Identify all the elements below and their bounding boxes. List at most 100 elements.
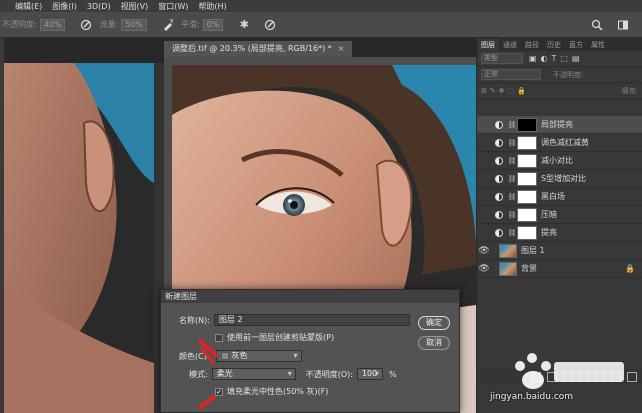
link-icon[interactable]: ⛓ <box>507 229 517 237</box>
layer-name: 调色减红减黄 <box>541 138 589 147</box>
link-icon[interactable]: ⛓ <box>507 121 517 129</box>
layer-name: 背景 <box>521 264 537 273</box>
close-icon[interactable]: × <box>338 44 345 53</box>
ok-button[interactable]: 确定 <box>418 316 450 330</box>
adjustment-icon <box>495 210 503 219</box>
layer-name: 图层 1 <box>521 246 545 255</box>
color-select[interactable]: 灰色 <box>215 350 302 362</box>
layer-mask-thumbnail[interactable] <box>517 225 537 240</box>
smooth-field[interactable]: 0% <box>202 18 224 31</box>
link-icon[interactable]: ⛓ <box>507 193 517 201</box>
blend-row: 正常 不透明度: <box>477 67 642 83</box>
horizontal-ruler[interactable] <box>164 57 476 65</box>
menu-bar: 编辑(E) 图像(I) 3D(D) 视图(V) 窗口(W) 帮助(H) <box>0 0 642 12</box>
flow-label: 流量: <box>99 20 119 29</box>
opacity-field[interactable]: 40% <box>39 18 66 31</box>
blend-mode-select[interactable]: 正常 <box>481 69 541 80</box>
lock-row: ⊞✎✥⬚🔒 填充: <box>477 83 642 99</box>
airbrush-icon[interactable] <box>161 18 175 32</box>
eye-icon[interactable]: 👁 <box>477 246 491 256</box>
menu-item-help[interactable]: 帮助(H) <box>193 1 231 12</box>
menu-item-image[interactable]: 图像(I) <box>47 1 82 12</box>
workspace-icon[interactable] <box>616 18 630 32</box>
layer-mask-thumbnail[interactable] <box>517 207 537 222</box>
search-icon[interactable] <box>590 18 604 32</box>
pressure-opacity-icon[interactable] <box>79 18 93 32</box>
layer-mask-thumbnail[interactable] <box>517 135 537 150</box>
tab-histogram[interactable]: 直方 <box>565 39 587 51</box>
layer-name: 减小对比 <box>541 156 573 165</box>
layer-mask-thumbnail[interactable] <box>517 153 537 168</box>
options-bar: 不透明度: 40% 流量: 50% 平滑: 0% ✱ <box>0 12 642 38</box>
document-tab[interactable]: 调整后.tif @ 20.3% (局部提亮, RGB/16*) * × <box>164 41 353 57</box>
layer-mask-thumbnail[interactable] <box>517 189 537 204</box>
menu-item-edit[interactable]: 编辑(E) <box>10 1 47 12</box>
adjustment-icon <box>495 174 503 183</box>
tab-layers[interactable]: 图层 <box>477 39 499 51</box>
layer-row[interactable]: ⛓ 调色减红减黄 <box>477 134 642 152</box>
clip-row: 使用前一图层创建剪贴蒙版(P) <box>215 332 334 343</box>
layer-name: 压暗 <box>541 210 557 219</box>
document-tab-title: 调整后.tif @ 20.3% (局部提亮, RGB/16*) * <box>172 44 332 53</box>
watermark-url: jingyan.baidu.com <box>490 392 574 402</box>
layer-row[interactable]: ⛓ 黑白场 <box>477 188 642 206</box>
layer-mask-thumbnail[interactable] <box>517 117 537 132</box>
color-value: 灰色 <box>231 351 248 360</box>
tab-paths[interactable]: 路径 <box>521 39 543 51</box>
opacity-label: 不透明度: <box>2 20 37 29</box>
layer-name: 提亮 <box>541 228 557 237</box>
adjustment-icon <box>495 192 503 201</box>
link-icon[interactable]: ⛓ <box>507 211 517 219</box>
fill-checkbox-label: 填充柔光中性色(50% 灰)(F) <box>227 387 329 396</box>
layer-name: 局部提亮 <box>541 120 573 129</box>
layer-filter-select[interactable]: 类型 <box>481 53 523 64</box>
menu-item-view[interactable]: 视图(V) <box>116 1 154 12</box>
name-row: 名称(N): 图层 2 <box>179 314 410 326</box>
layer-thumbnail[interactable] <box>499 243 517 258</box>
menu-item-3d[interactable]: 3D(D) <box>82 2 116 11</box>
eye-icon[interactable]: 👁 <box>477 264 491 274</box>
opacity-input[interactable]: 100 <box>356 368 383 380</box>
panel-opacity-label: 不透明度: <box>553 70 584 79</box>
gear-icon[interactable]: ✱ <box>237 18 251 32</box>
layer-row[interactable]: ⛓ 提亮 <box>477 224 642 242</box>
cancel-button[interactable]: 取消 <box>418 336 450 350</box>
tab-properties[interactable]: 属性 <box>587 39 609 51</box>
opacity-label-dialog: 不透明度(O): <box>305 369 353 379</box>
layer-name: 黑白场 <box>541 192 565 201</box>
smooth-label: 平滑: <box>180 20 200 29</box>
tab-channels[interactable]: 通道 <box>499 39 521 51</box>
clip-checkbox-label: 使用前一图层创建剪贴蒙版(P) <box>227 333 335 342</box>
left-document-image <box>4 63 154 413</box>
layer-row[interactable]: ⛓ 减小对比 <box>477 152 642 170</box>
layer-mask-thumbnail[interactable] <box>517 171 537 186</box>
filter-icons[interactable]: ▣◐T⬚▤ <box>529 54 584 63</box>
pressure-size-icon[interactable] <box>263 18 277 32</box>
layer-row[interactable]: ⛓ S型增加对比 <box>477 170 642 188</box>
layer-thumbnail[interactable] <box>499 261 517 276</box>
layer-row[interactable]: ⛓ 局部提亮 <box>477 116 642 134</box>
flow-field[interactable]: 50% <box>121 18 147 31</box>
layer-name-input[interactable]: 图层 2 <box>213 314 410 326</box>
annotation-strokes <box>198 339 218 409</box>
panel-tabs: 图层 通道 路径 历史 直方 属性 <box>477 38 642 51</box>
lock-icons[interactable]: ⊞✎✥⬚🔒 <box>481 87 529 95</box>
link-icon[interactable]: ⛓ <box>507 157 517 165</box>
layer-row[interactable]: 👁 图层 1 <box>477 242 642 260</box>
adjustment-icon <box>495 156 503 165</box>
link-icon[interactable]: ⛓ <box>507 175 517 183</box>
adjustment-icon <box>495 120 503 129</box>
link-icon[interactable]: ⛓ <box>507 139 517 147</box>
layer-name: S型增加对比 <box>541 174 587 183</box>
adjustment-icon <box>495 138 503 147</box>
dialog-title: 新建图层 <box>161 290 459 303</box>
lock-icon: 🔒 <box>625 264 635 273</box>
layer-filter-row: 类型 ▣◐T⬚▤ <box>477 51 642 67</box>
adjustment-icon <box>495 228 503 237</box>
panel-fill-label: 填充: <box>621 86 638 95</box>
tab-history[interactable]: 历史 <box>543 39 565 51</box>
fill-row: ✓ 填充柔光中性色(50% 灰)(F) <box>215 386 328 397</box>
menu-item-window[interactable]: 窗口(W) <box>153 1 193 12</box>
layer-row[interactable]: ⛓ 压暗 <box>477 206 642 224</box>
layer-row[interactable]: 👁 背景 🔒 <box>477 260 642 278</box>
